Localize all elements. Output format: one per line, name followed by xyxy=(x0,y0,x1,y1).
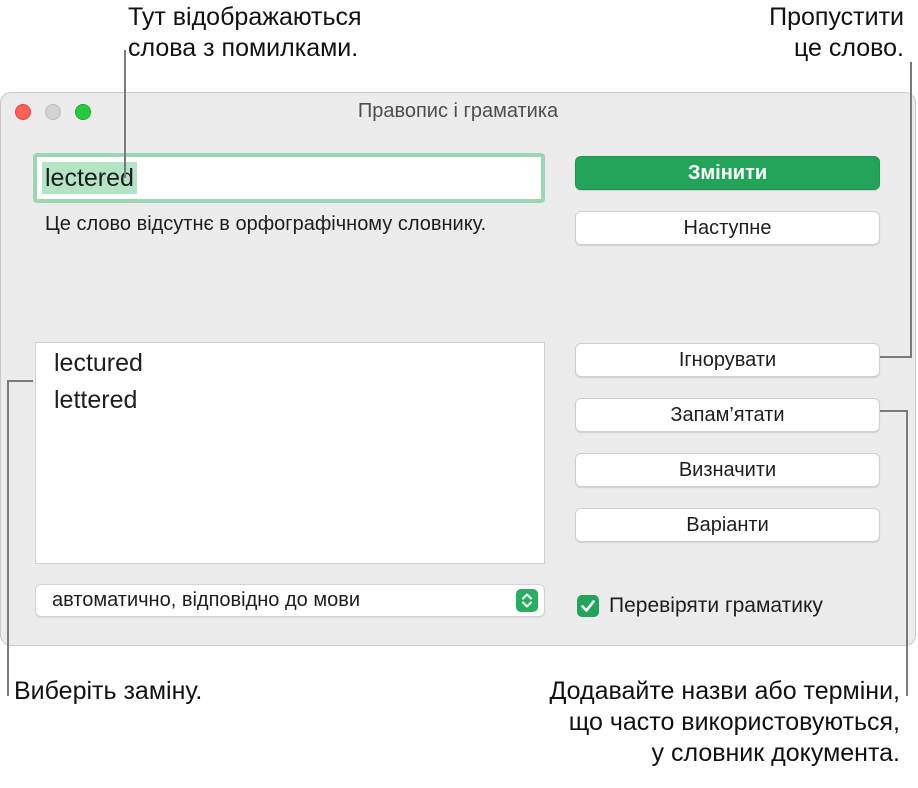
zoom-icon[interactable] xyxy=(75,104,91,120)
window-title: Правопис і граматика xyxy=(357,100,559,122)
up-down-chevron-icon xyxy=(516,589,538,612)
misspelled-word-text: lectered xyxy=(42,162,137,194)
callout-choose-replacement: Виберіть заміну. xyxy=(14,677,203,705)
spelling-grammar-window: Правопис і граматика lectered Це слово в… xyxy=(0,92,916,646)
leader-line-misspelled xyxy=(124,50,126,178)
leader-line-ignore xyxy=(910,62,912,358)
leader-line-learn xyxy=(906,410,908,696)
next-button[interactable]: Наступне xyxy=(575,211,880,245)
misspelled-word-field[interactable]: lectered xyxy=(33,153,545,203)
leader-line-learn-horizontal xyxy=(880,410,908,412)
language-select[interactable]: автоматично, відповідно до мови xyxy=(35,584,545,617)
ignore-button[interactable]: Ігнорувати xyxy=(575,343,880,377)
grammar-check-label: Перевіряти граматику xyxy=(609,594,823,617)
leader-line-replacement-horizontal xyxy=(7,380,33,382)
status-message: Це слово відсутнє в орфографічному словн… xyxy=(45,213,487,235)
define-button[interactable]: Визначити xyxy=(575,453,880,487)
change-button[interactable]: Змінити xyxy=(575,156,880,190)
callout-ignore-word: Пропустити це слово. xyxy=(769,3,904,62)
leader-line-ignore-horizontal xyxy=(880,356,912,358)
learn-button[interactable]: Запам’ятати xyxy=(575,398,880,432)
callout-add-to-dictionary: Додавайте назви або терміни, що часто ви… xyxy=(549,677,900,767)
list-item[interactable]: lettered xyxy=(36,382,544,419)
minimize-icon[interactable] xyxy=(45,104,61,120)
list-item[interactable]: lectured xyxy=(36,345,544,382)
guess-button[interactable]: Варіанти xyxy=(575,508,880,542)
suggestions-list[interactable]: lectured lettered xyxy=(35,342,545,564)
checkmark-icon xyxy=(577,595,599,617)
language-select-value: автоматично, відповідно до мови xyxy=(52,589,361,611)
leader-line-replacement xyxy=(7,380,9,696)
callout-misspelled-words: Тут відображаються слова з помилками. xyxy=(128,3,362,62)
close-icon[interactable] xyxy=(15,104,31,120)
